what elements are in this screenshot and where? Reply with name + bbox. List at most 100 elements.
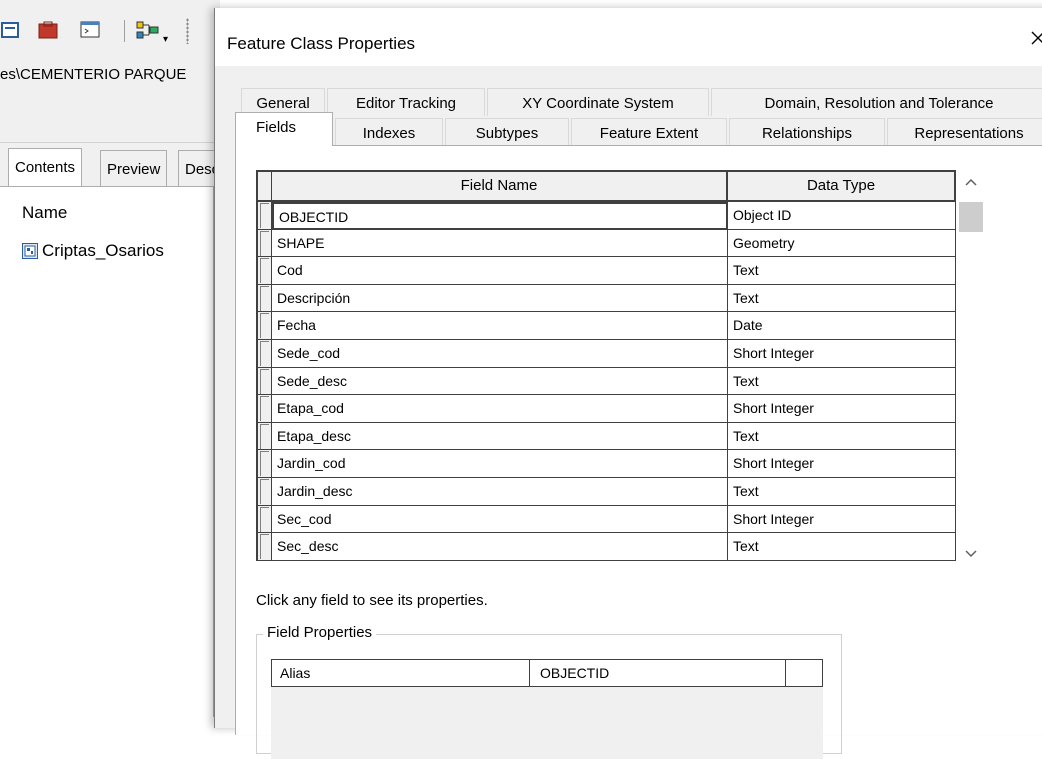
location-path[interactable]: es\CEMENTERIO PARQUE [0,64,220,86]
scroll-down-icon[interactable] [965,550,977,558]
data-type-cell[interactable]: Text [728,533,956,561]
row-selector[interactable] [256,284,272,313]
tab-xy-coordinate-system[interactable]: XY Coordinate System [487,88,709,116]
field-name-cell[interactable]: Jardin_desc [272,478,728,506]
catalog-window: ▾ es\CEMENTERIO PARQUE Contents Preview … [0,0,222,717]
dialog-titlebar[interactable]: Feature Class Properties [215,8,1042,66]
hint-text: Click any field to see its properties. [256,592,488,609]
field-properties-legend: Field Properties [263,624,377,641]
feature-class-icon [22,243,38,259]
property-label: Alias [272,660,530,686]
data-type-cell[interactable]: Text [728,367,956,396]
row-selector[interactable] [256,395,272,423]
tab-feature-extent[interactable]: Feature Extent [571,118,727,146]
data-type-cell[interactable]: Date [728,312,956,340]
property-row-alias[interactable]: Alias OBJECTID [271,659,823,687]
contents-column-header[interactable]: Name [22,203,67,223]
scroll-thumb[interactable] [959,202,983,232]
data-type-cell[interactable]: Short Integer [728,395,956,423]
table-row[interactable]: Sede_cod Short Integer [256,340,956,368]
data-type-cell[interactable]: Text [728,478,956,506]
row-selector[interactable] [256,257,272,285]
column-header-data-type[interactable]: Data Type [728,170,956,202]
column-header-field-name[interactable]: Field Name [272,170,728,202]
field-name-cell[interactable]: Sec_cod [272,505,728,534]
scroll-up-icon[interactable] [965,178,977,186]
toolbar-overflow-icon[interactable]: ▾ [163,34,168,45]
table-row[interactable]: Jardin_desc Text [256,478,956,506]
data-type-cell[interactable]: Geometry [728,229,956,258]
property-button[interactable] [786,660,822,686]
field-properties-group: Field Properties Alias OBJECTID [256,624,842,759]
row-selector[interactable] [256,533,272,561]
table-row[interactable]: SHAPE Geometry [256,229,956,258]
row-selector[interactable] [256,478,272,506]
row-selector[interactable] [256,202,272,230]
tab-editor-tracking[interactable]: Editor Tracking [327,88,485,116]
catalog-tool-icon[interactable] [0,20,20,40]
catalog-toolbar: ▾ [0,0,220,60]
data-type-cell[interactable]: Text [728,422,956,451]
grid-scrollbar[interactable] [956,170,986,572]
data-type-cell[interactable]: Text [728,257,956,285]
toolbox-icon[interactable] [38,20,58,40]
table-row[interactable]: Sec_desc Text [256,533,956,561]
field-name-cell[interactable]: Sec_desc [272,533,728,561]
field-name-cell[interactable]: Fecha [272,312,728,340]
tab-fields[interactable]: Fields [235,112,333,146]
tab-contents[interactable]: Contents [8,148,83,186]
list-item[interactable]: Criptas_Osarios [22,241,164,261]
data-type-cell[interactable]: Short Integer [728,450,956,478]
table-row[interactable]: Cod Text [256,257,956,285]
table-row[interactable]: Fecha Date [256,312,956,340]
table-row[interactable]: Sec_cod Short Integer [256,505,956,534]
row-selector[interactable] [256,312,272,340]
dialog-title: Feature Class Properties [227,34,416,53]
row-selector[interactable] [256,422,272,451]
table-row[interactable]: Etapa_cod Short Integer [256,395,956,423]
divider [0,142,220,143]
field-name-cell[interactable]: Sede_desc [272,367,728,396]
python-window-icon[interactable] [80,20,100,40]
row-selector[interactable] [256,505,272,534]
table-row[interactable]: OBJECTID Object ID [256,202,956,230]
alias-value-input[interactable]: OBJECTID [530,660,786,686]
list-item-label: Criptas_Osarios [42,241,164,260]
field-name-cell[interactable]: Cod [272,257,728,285]
row-selector[interactable] [256,367,272,396]
field-name-cell[interactable]: Jardin_cod [272,450,728,478]
tab-relationships[interactable]: Relationships [729,118,885,146]
field-name-cell[interactable]: OBJECTID [272,202,728,230]
tab-representations[interactable]: Representations [887,118,1042,146]
close-glyph [1031,31,1042,45]
data-type-cell[interactable]: Object ID [728,202,956,230]
table-row[interactable]: Jardin_cod Short Integer [256,450,956,478]
contents-pane: Name Criptas_Osarios [0,186,214,717]
field-name-cell[interactable]: Etapa_desc [272,422,728,451]
row-selector[interactable] [256,229,272,258]
row-selector[interactable] [256,450,272,478]
feature-class-properties-dialog: Feature Class Properties General Editor … [214,8,1042,759]
table-row[interactable]: Etapa_desc Text [256,422,956,451]
table-row[interactable]: Sede_desc Text [256,367,956,396]
toolbar-separator [124,20,125,42]
field-name-cell[interactable]: Etapa_cod [272,395,728,423]
tab-indexes[interactable]: Indexes [335,118,443,146]
close-icon[interactable] [1029,28,1042,52]
field-name-cell[interactable]: Descripción [272,284,728,313]
fields-grid: Field Name Data Type OBJECTID Object ID SH… [256,170,986,572]
fields-tab-page: Field Name Data Type OBJECTID Object ID SH… [235,145,1042,759]
table-row[interactable]: Descripción Text [256,284,956,313]
tab-preview[interactable]: Preview [100,150,168,186]
grid-corner [256,170,272,202]
field-name-cell[interactable]: Sede_cod [272,340,728,368]
tab-domain-resolution-tolerance[interactable]: Domain, Resolution and Tolerance [711,88,1042,116]
toolbar-grip[interactable] [186,18,189,44]
data-type-cell[interactable]: Short Integer [728,340,956,368]
row-selector[interactable] [256,340,272,368]
field-name-cell[interactable]: SHAPE [272,229,728,258]
data-type-cell[interactable]: Short Integer [728,505,956,534]
model-builder-icon[interactable] [136,20,159,40]
data-type-cell[interactable]: Text [728,284,956,313]
tab-subtypes[interactable]: Subtypes [445,118,569,146]
